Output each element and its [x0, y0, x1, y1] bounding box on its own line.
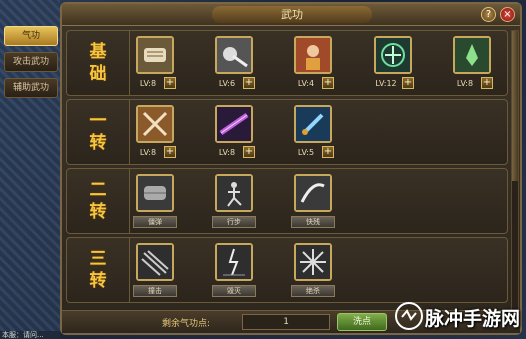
skill-slot[interactable]: LV:8 +	[133, 36, 179, 92]
star-burst-icon[interactable]	[294, 243, 332, 281]
lightning-burst-icon[interactable]	[215, 243, 253, 281]
crossed-blades-icon[interactable]	[136, 105, 174, 143]
skill-slot[interactable]: LV:4 +	[291, 36, 337, 92]
chat-bar: 本服：请问...	[0, 331, 60, 339]
skill-level: LV:8	[456, 79, 474, 88]
steel-gauntlet-icon[interactable]	[136, 174, 174, 212]
skill-tier: 二转僵弹 行步 快残	[66, 168, 508, 234]
swift-slash-icon[interactable]	[294, 174, 332, 212]
tier-divider	[129, 169, 130, 233]
close-button[interactable]: ×	[500, 7, 515, 22]
skill-slot[interactable]: LV:8 +	[133, 105, 179, 161]
skill-slot[interactable]: LV:12 +	[371, 36, 417, 92]
skill-level: LV:8	[139, 148, 157, 157]
tier-label-char: 础	[89, 64, 107, 84]
skill-slot[interactable]: LV:5 +	[291, 105, 337, 161]
skill-slot[interactable]: LV:8 +	[212, 105, 258, 161]
skill-slot[interactable]: LV:8 +	[450, 36, 496, 92]
blue-dagger-icon[interactable]	[294, 105, 332, 143]
skill-tier: 一转 LV:8 + LV:8 + LV:5 +	[66, 99, 508, 165]
skill-name-plate: 行步	[212, 216, 256, 228]
side-tab-group: 气功 攻击武功 辅助武功	[4, 26, 60, 104]
wash-points-button[interactable]: 洗点	[337, 313, 387, 331]
skill-upgrade-button[interactable]: +	[322, 77, 334, 89]
skill-upgrade-button[interactable]: +	[164, 146, 176, 158]
tier-label: 三转	[69, 242, 127, 298]
skill-level: LV:5	[297, 148, 315, 157]
tier-label-char: 转	[89, 271, 107, 291]
skill-upgrade-button[interactable]: +	[243, 146, 255, 158]
green-spirit-icon[interactable]	[453, 36, 491, 74]
skill-upgrade-button[interactable]: +	[243, 77, 255, 89]
side-tab-qigong[interactable]: 气功	[4, 26, 58, 46]
tier-label-char: 三	[89, 249, 107, 269]
side-tab-attack[interactable]: 攻击武功	[4, 52, 58, 72]
skill-slot[interactable]: 快残	[291, 174, 337, 230]
tier-label-char: 一	[89, 111, 107, 131]
skill-upgrade-button[interactable]: +	[402, 77, 414, 89]
scroll-icon[interactable]	[136, 36, 174, 74]
tier-label-char: 基	[89, 42, 107, 62]
watermark: 脉冲手游网	[394, 297, 522, 337]
skill-tier: 三转撞击 毁灭 绝杀	[66, 237, 508, 303]
panel-titlebar[interactable]: 武功 ? ×	[62, 4, 520, 26]
skill-name-plate: 僵弹	[133, 216, 177, 228]
remaining-points-field	[242, 314, 330, 330]
skill-slot[interactable]: 撞击	[133, 243, 179, 299]
side-tab-support[interactable]: 辅助武功	[4, 78, 58, 98]
skill-upgrade-button[interactable]: +	[481, 77, 493, 89]
tier-label-char: 转	[89, 133, 107, 153]
skill-level: LV:6	[218, 79, 236, 88]
purple-blade-icon[interactable]	[215, 105, 253, 143]
skill-level: LV:8	[139, 79, 157, 88]
tier-divider	[129, 31, 130, 95]
tier-label: 二转	[69, 173, 127, 229]
skill-name-plate: 毁灭	[212, 285, 256, 297]
skill-level: LV:8	[218, 148, 236, 157]
tier-divider	[129, 100, 130, 164]
skill-upgrade-button[interactable]: +	[322, 146, 334, 158]
skill-slot[interactable]: LV:6 +	[212, 36, 258, 92]
skill-upgrade-button[interactable]: +	[164, 77, 176, 89]
skill-level: LV:12	[375, 79, 397, 88]
tier-label: 基础	[69, 35, 127, 91]
sword-hilt-icon[interactable]	[215, 36, 253, 74]
help-button[interactable]: ?	[481, 7, 496, 22]
scrollbar[interactable]	[511, 30, 519, 312]
tier-label-char: 二	[89, 180, 107, 200]
skill-slot[interactable]: 僵弹	[133, 174, 179, 230]
skill-slot[interactable]: 行步	[212, 174, 258, 230]
green-aura-icon[interactable]	[374, 36, 412, 74]
skill-tier-list: 基础 LV:8 + LV:6 + LV:4 + LV:12 + LV:8 + 一转 LV:8 + LV:8 +…	[66, 30, 508, 306]
skill-name-plate: 绝杀	[291, 285, 335, 297]
scrollbar-thumb[interactable]	[512, 31, 518, 181]
panel-title: 武功	[212, 6, 372, 23]
watermark-logo-icon	[395, 302, 423, 330]
warrior-portrait-icon[interactable]	[294, 36, 332, 74]
skill-name-plate: 撞击	[133, 285, 177, 297]
chat-text: 本服：请问...	[2, 331, 44, 339]
tier-divider	[129, 238, 130, 302]
watermark-text: 脉冲手游网	[424, 308, 520, 330]
skill-name-plate: 快残	[291, 216, 335, 228]
skill-level: LV:4	[297, 79, 315, 88]
skill-panel: 武功 ? × 基础 LV:8 + LV:6 + LV:4 + LV:12 + LV:8 + 一转 LV:…	[60, 2, 522, 335]
skill-slot[interactable]: 毁灭	[212, 243, 258, 299]
martial-stance-icon[interactable]	[215, 174, 253, 212]
skill-slot[interactable]: 绝杀	[291, 243, 337, 299]
tier-label: 一转	[69, 104, 127, 160]
tier-label-char: 转	[89, 202, 107, 222]
whirlwind-icon[interactable]	[136, 243, 174, 281]
skill-tier: 基础 LV:8 + LV:6 + LV:4 + LV:12 + LV:8 +	[66, 30, 508, 96]
